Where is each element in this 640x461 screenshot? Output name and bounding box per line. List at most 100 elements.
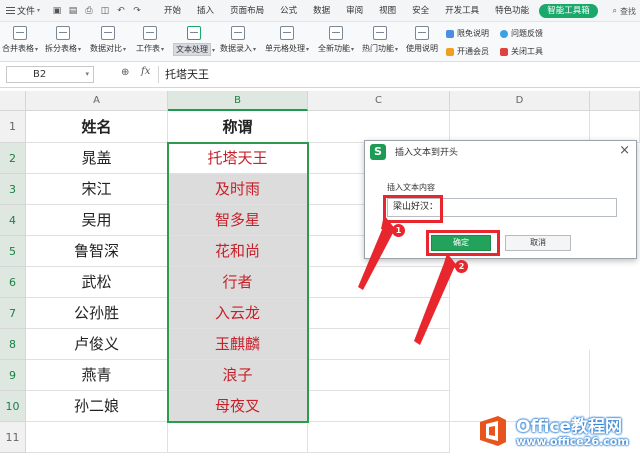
grid-cell[interactable] xyxy=(308,329,450,360)
open-membership-label: 开通会员 xyxy=(457,47,489,56)
name-cell[interactable]: 宋江 xyxy=(26,174,168,205)
close-icon[interactable]: × xyxy=(619,143,630,158)
worksheet-button[interactable]: 工作表▾ xyxy=(134,24,166,60)
name-cell[interactable]: 晁盖 xyxy=(26,143,168,174)
feedback-button[interactable]: 问题反馈 xyxy=(500,28,543,39)
grid-cell[interactable] xyxy=(308,422,450,453)
tab-smart-toolbox[interactable]: 智能工具箱 xyxy=(539,3,598,18)
row-header-10[interactable]: 10 xyxy=(0,391,26,422)
title-cell[interactable]: 浪子 xyxy=(168,360,308,391)
usage-guide-button[interactable]: 使用说明 xyxy=(404,24,440,60)
title-cell[interactable]: 智多星 xyxy=(168,205,308,236)
row-header-2[interactable]: 2 xyxy=(0,143,26,174)
split-table-button[interactable]: 拆分表格▾ xyxy=(44,24,82,60)
feedback-label: 问题反馈 xyxy=(511,29,543,38)
save-icon[interactable]: ▣ xyxy=(52,6,62,16)
popular-features-button[interactable]: 热门功能▾ xyxy=(360,24,400,60)
data-compare-icon xyxy=(101,26,115,40)
tab-formulas[interactable]: 公式 xyxy=(272,0,305,22)
office-logo-icon xyxy=(480,416,506,446)
tab-home[interactable]: 开始 xyxy=(156,0,189,22)
name-cell[interactable]: 吴用 xyxy=(26,205,168,236)
title-cell[interactable]: 花和尚 xyxy=(168,236,308,267)
formula-input[interactable]: 托塔天王 xyxy=(158,66,636,83)
dialog-titlebar[interactable]: S 插入文本到开头 × xyxy=(365,141,636,163)
grid-cell[interactable] xyxy=(590,111,640,143)
row-header-6[interactable]: 6 xyxy=(0,267,26,298)
title-cell[interactable]: 母夜叉 xyxy=(168,391,308,422)
grid-cell[interactable] xyxy=(450,111,590,143)
text-processing-button[interactable]: 文本处理 ▾ xyxy=(172,24,216,60)
column-header-d[interactable]: D xyxy=(450,91,590,111)
print-icon[interactable]: ⎙ xyxy=(84,6,94,16)
close-box-icon xyxy=(500,47,508,56)
search-command[interactable]: ⌕ 查找 xyxy=(613,0,636,22)
new-features-button[interactable]: 全新功能▾ xyxy=(316,24,356,60)
title-cell[interactable]: 玉麒麟 xyxy=(168,329,308,360)
print-preview-icon[interactable]: ◫ xyxy=(100,6,110,16)
function-icon[interactable]: fx xyxy=(141,66,150,77)
tab-special-features[interactable]: 特色功能 xyxy=(487,0,537,22)
merge-tables-icon xyxy=(13,26,27,40)
name-cell[interactable]: 鲁智深 xyxy=(26,236,168,267)
close-tools-button[interactable]: 关闭工具 xyxy=(500,46,543,57)
title-cell[interactable]: 入云龙 xyxy=(168,298,308,329)
column-header-c[interactable]: C xyxy=(308,91,450,111)
ok-button[interactable]: 确定 xyxy=(431,235,491,251)
tab-developer[interactable]: 开发工具 xyxy=(437,0,487,22)
cancel-button[interactable]: 取消 xyxy=(505,235,571,251)
title-cell[interactable]: 行者 xyxy=(168,267,308,298)
row-header-11[interactable]: 11 xyxy=(0,422,26,453)
header-cell-title[interactable]: 称谓 xyxy=(168,111,308,143)
cell-processing-button[interactable]: 单元格处理▾ xyxy=(262,24,312,60)
redo-icon[interactable]: ↷ xyxy=(132,6,142,16)
name-box[interactable]: B2 ▾ xyxy=(6,66,94,83)
undo-icon[interactable]: ↶ xyxy=(116,6,126,16)
file-menu[interactable]: 文件 ▾ xyxy=(0,0,46,22)
title-cell[interactable]: 及时雨 xyxy=(168,174,308,205)
wps-logo-icon: S xyxy=(370,144,386,160)
site-watermark: Office教程网 www.office26.com xyxy=(476,408,636,454)
name-cell[interactable]: 武松 xyxy=(26,267,168,298)
name-cell[interactable]: 燕青 xyxy=(26,360,168,391)
insert-text-input[interactable]: 梁山好汉： xyxy=(387,198,617,217)
tab-view[interactable]: 视图 xyxy=(371,0,404,22)
row-header-7[interactable]: 7 xyxy=(0,298,26,329)
tab-page-layout[interactable]: 页面布局 xyxy=(222,0,272,22)
grid-cell[interactable] xyxy=(308,267,450,298)
row-header-3[interactable]: 3 xyxy=(0,174,26,205)
name-cell[interactable]: 公孙胜 xyxy=(26,298,168,329)
row-header-8[interactable]: 8 xyxy=(0,329,26,360)
tab-insert[interactable]: 插入 xyxy=(189,0,222,22)
free-limit-info-button[interactable]: 限免说明 xyxy=(446,28,489,39)
row-header-1[interactable]: 1 xyxy=(0,111,26,143)
row-header-9[interactable]: 9 xyxy=(0,360,26,391)
grid-cell[interactable] xyxy=(26,422,168,453)
select-all-corner[interactable] xyxy=(0,91,26,111)
watermark-url: www.office26.com xyxy=(516,435,629,448)
grid-cell[interactable] xyxy=(308,298,450,329)
grid-cell[interactable] xyxy=(308,391,450,422)
quick-access-toolbar: ▣ ▤ ⎙ ◫ ↶ ↷ xyxy=(46,0,148,22)
column-header-a[interactable]: A xyxy=(26,91,168,111)
zoom-icon[interactable]: ⊕ xyxy=(121,67,129,78)
name-cell[interactable]: 卢俊义 xyxy=(26,329,168,360)
grid-cell[interactable] xyxy=(308,111,450,143)
tab-security[interactable]: 安全 xyxy=(404,0,437,22)
title-cell[interactable]: 托塔天王 xyxy=(168,143,308,174)
row-header-4[interactable]: 4 xyxy=(0,205,26,236)
data-compare-button[interactable]: 数据对比▾ xyxy=(88,24,128,60)
grid-cell[interactable] xyxy=(168,422,308,453)
export-icon[interactable]: ▤ xyxy=(68,6,78,16)
tab-review[interactable]: 审阅 xyxy=(338,0,371,22)
grid-cell[interactable] xyxy=(308,360,450,391)
header-cell-name[interactable]: 姓名 xyxy=(26,111,168,143)
row-header-5[interactable]: 5 xyxy=(0,236,26,267)
data-entry-button[interactable]: 数据录入▾ xyxy=(218,24,258,60)
tab-data[interactable]: 数据 xyxy=(305,0,338,22)
close-tools-label: 关闭工具 xyxy=(511,47,543,56)
merge-tables-button[interactable]: 合并表格▾ xyxy=(2,24,38,60)
name-cell[interactable]: 孙二娘 xyxy=(26,391,168,422)
open-membership-button[interactable]: 开通会员 xyxy=(446,46,489,57)
column-header-b[interactable]: B xyxy=(168,91,308,111)
